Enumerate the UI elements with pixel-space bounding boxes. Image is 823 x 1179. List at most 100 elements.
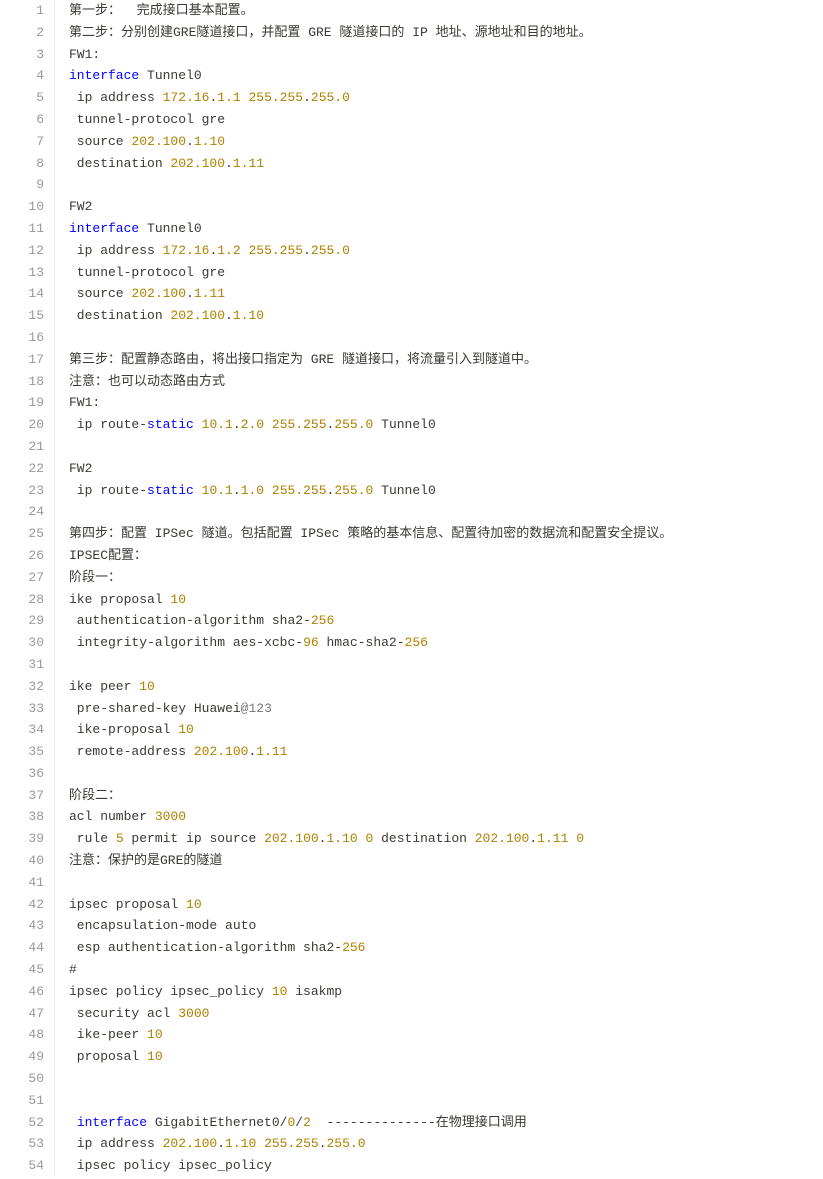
line-number: 30 — [0, 632, 44, 654]
code-token: - — [303, 613, 311, 628]
line-number: 25 — [0, 523, 44, 545]
line-number-gutter: 1234567891011121314151617181920212223242… — [0, 0, 55, 1177]
code-token: 255.0 — [334, 417, 373, 432]
line-number: 40 — [0, 850, 44, 872]
code-token: 256 — [405, 635, 428, 650]
code-token: 注意：保护的是GRE的隧道 — [69, 853, 222, 868]
code-token: 第二步：分别创建GRE隧道接口，并配置 GRE 隧道接口的 IP 地址、源地址和… — [69, 25, 592, 40]
code-token: remote — [69, 744, 124, 759]
code-token: GigabitEthernet0 — [147, 1115, 280, 1130]
code-token: Tunnel0 — [139, 221, 201, 236]
line-number: 47 — [0, 1003, 44, 1025]
code-token: - — [256, 635, 264, 650]
line-number: 35 — [0, 741, 44, 763]
code-token — [194, 483, 202, 498]
code-token: integrity — [69, 635, 147, 650]
code-line: interface GigabitEthernet0/0/2 ---------… — [69, 1112, 672, 1134]
code-token: FW2 — [69, 461, 92, 476]
code-token: encapsulation — [69, 918, 178, 933]
code-token: 202.100 — [475, 831, 530, 846]
code-token: - — [139, 483, 147, 498]
code-token: shared — [108, 701, 155, 716]
code-token: Tunnel0 — [373, 417, 435, 432]
code-token: proposal — [108, 722, 178, 737]
code-token: destination — [69, 156, 170, 171]
line-number: 43 — [0, 915, 44, 937]
code-line — [69, 436, 672, 458]
code-token: 1.11 — [256, 744, 287, 759]
line-number: 48 — [0, 1024, 44, 1046]
code-line — [69, 1068, 672, 1090]
line-number: 22 — [0, 458, 44, 480]
line-number: 6 — [0, 109, 44, 131]
code-token: 202.100 — [170, 308, 225, 323]
code-token: 10 — [186, 897, 202, 912]
code-token: - — [155, 701, 163, 716]
code-token: 10 — [178, 722, 194, 737]
code-token: - — [100, 722, 108, 737]
line-number: 20 — [0, 414, 44, 436]
code-token: ip address — [69, 90, 163, 105]
line-number: 24 — [0, 501, 44, 523]
code-token: 96 — [303, 635, 319, 650]
code-token: 202.100 — [170, 156, 225, 171]
code-token: 1.11 — [537, 831, 568, 846]
code-token: ike — [69, 1027, 100, 1042]
code-line: ip route-static 10.1.2.0 255.255.255.0 T… — [69, 414, 672, 436]
line-number: 16 — [0, 327, 44, 349]
code-line — [69, 501, 672, 523]
code-token: -------------- — [327, 1115, 436, 1130]
code-line: destination 202.100.1.10 — [69, 305, 672, 327]
code-token: 第一步： 完成接口基本配置。 — [69, 3, 254, 18]
code-line: 阶段一： — [69, 567, 672, 589]
line-number: 28 — [0, 589, 44, 611]
line-number: 7 — [0, 131, 44, 153]
code-token: mode auto — [186, 918, 256, 933]
code-token: 255.255 — [264, 1136, 319, 1151]
code-token: 172.16 — [163, 243, 210, 258]
code-token: FW2 — [69, 199, 92, 214]
code-line: remote-address 202.100.1.11 — [69, 741, 672, 763]
code-line: encapsulation-mode auto — [69, 915, 672, 937]
code-token: # — [69, 962, 77, 977]
code-token: 10.1 — [202, 417, 233, 432]
code-token: / — [295, 1115, 303, 1130]
line-number: 1 — [0, 0, 44, 22]
line-number: 19 — [0, 392, 44, 414]
line-number: 41 — [0, 872, 44, 894]
code-line: ike peer 10 — [69, 676, 672, 698]
code-token: 10 — [147, 1027, 163, 1042]
code-token: esp authentication — [69, 940, 217, 955]
code-token: 第三步：配置静态路由，将出接口指定为 GRE 隧道接口，将流量引入到隧道中。 — [69, 352, 537, 367]
code-token: - — [100, 701, 108, 716]
code-token: . — [233, 483, 241, 498]
code-line: FW2 — [69, 458, 672, 480]
code-token: proposal — [69, 1049, 147, 1064]
code-token: ip address — [69, 1136, 163, 1151]
code-token: 0 — [576, 831, 584, 846]
line-number: 2 — [0, 22, 44, 44]
line-number: 10 — [0, 196, 44, 218]
code-token: ipsec policy ipsec_policy — [69, 1158, 272, 1173]
code-token: protocol gre — [131, 265, 225, 280]
code-token: rule — [69, 831, 116, 846]
code-token: isakmp — [287, 984, 342, 999]
code-token: - — [147, 635, 155, 650]
code-token — [311, 1115, 327, 1130]
line-number: 50 — [0, 1068, 44, 1090]
code-line: authentication-algorithm sha2-256 — [69, 610, 672, 632]
code-line: destination 202.100.1.11 — [69, 153, 672, 175]
code-token: ike proposal — [69, 592, 170, 607]
line-number: 21 — [0, 436, 44, 458]
line-number: 54 — [0, 1155, 44, 1177]
line-number: 44 — [0, 937, 44, 959]
line-number: 8 — [0, 153, 44, 175]
code-token: ip address — [69, 243, 163, 258]
code-token: 255.0 — [327, 1136, 366, 1151]
code-token: . — [225, 308, 233, 323]
code-token: 1.2 — [217, 243, 240, 258]
code-line: FW1: — [69, 392, 672, 414]
line-number: 12 — [0, 240, 44, 262]
code-token: 255.0 — [311, 243, 350, 258]
line-number: 38 — [0, 806, 44, 828]
